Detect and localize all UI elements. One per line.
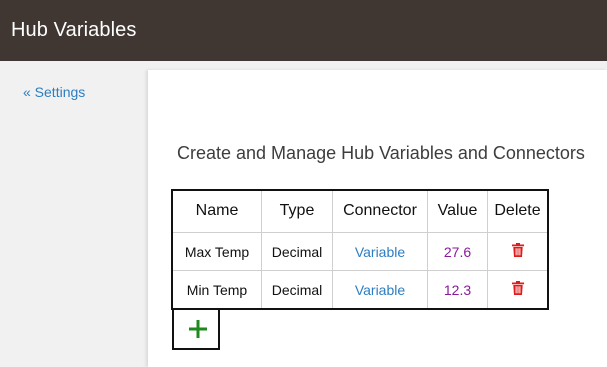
- app-title: Hub Variables: [11, 19, 137, 41]
- page-heading: Create and Manage Hub Variables and Conn…: [177, 143, 585, 163]
- variable-connector-link[interactable]: Variable: [355, 282, 405, 298]
- add-variable-button[interactable]: [172, 310, 220, 350]
- variable-connector-cell: Variable: [332, 270, 428, 309]
- variable-delete-cell: [487, 232, 548, 271]
- trash-icon[interactable]: [511, 243, 524, 260]
- trash-icon[interactable]: [511, 281, 524, 298]
- main-panel: Create and Manage Hub Variables and Conn…: [148, 70, 607, 367]
- variable-value-link[interactable]: 27.6: [444, 244, 471, 260]
- table-row: Max Temp Decimal Variable 27.6: [172, 232, 548, 271]
- variable-type: Decimal: [261, 232, 333, 271]
- column-header-name: Name: [172, 190, 262, 233]
- variable-type: Decimal: [261, 270, 333, 309]
- app-header: Hub Variables: [0, 0, 607, 61]
- variable-connector-link[interactable]: Variable: [355, 244, 405, 260]
- variables-table: Name Type Connector Value Delete Max Tem…: [171, 189, 549, 310]
- table-header-row: Name Type Connector Value Delete: [172, 190, 548, 233]
- variable-name: Max Temp: [172, 232, 262, 271]
- table-row: Min Temp Decimal Variable 12.3: [172, 270, 548, 309]
- sidebar: « Settings: [0, 61, 148, 367]
- variable-connector-cell: Variable: [332, 232, 428, 271]
- back-to-settings-link[interactable]: « Settings: [23, 83, 85, 101]
- variable-value-cell: 27.6: [427, 232, 488, 271]
- column-header-connector: Connector: [332, 190, 428, 233]
- variable-name: Min Temp: [172, 270, 262, 309]
- column-header-type: Type: [261, 190, 333, 233]
- variable-delete-cell: [487, 270, 548, 309]
- column-header-delete: Delete: [487, 190, 548, 233]
- variable-value-link[interactable]: 12.3: [444, 282, 471, 298]
- variable-value-cell: 12.3: [427, 270, 488, 309]
- column-header-value: Value: [427, 190, 488, 233]
- plus-icon: [189, 320, 207, 338]
